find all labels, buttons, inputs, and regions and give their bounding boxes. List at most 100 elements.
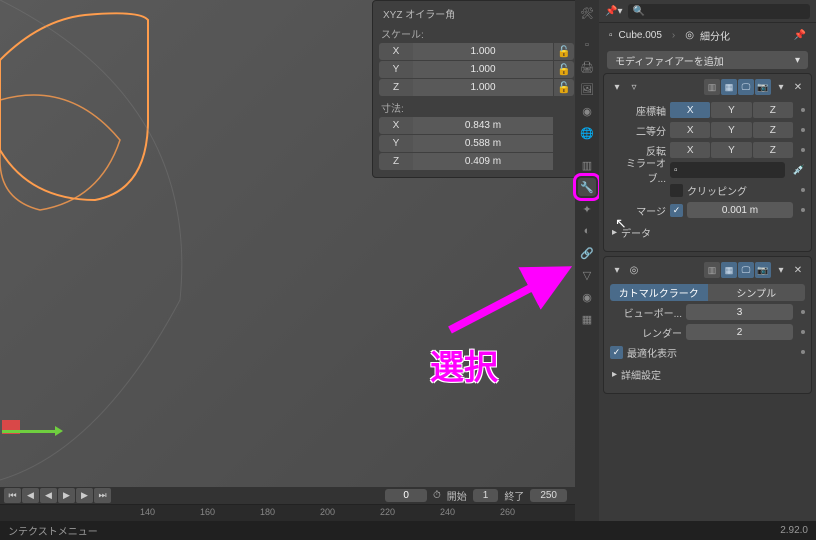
mirror-modifier-panel: ▾ ▿ ▥ ▦ 🖵 📷 ▾ ✕ 座標軸 XYZ 二等分 XYZ 反転 XYZ ミ… — [603, 73, 812, 252]
bisect-z[interactable]: Z — [753, 122, 793, 138]
dim-z-value[interactable]: 0.409 m — [413, 153, 553, 170]
modifier-tab-icon[interactable]: 🔧 — [578, 178, 596, 196]
scale-section-label: スケール: — [379, 23, 574, 42]
context-menu-hint: ンテクストメニュー — [8, 523, 98, 538]
autokey-icon[interactable]: ⏱ — [433, 490, 441, 501]
prev-key-icon[interactable]: ◀ — [22, 488, 39, 503]
subsurf-modifier-panel: ▾ ◎ ▥ ▦ 🖵 📷 ▾ ✕ カトマルクラーク シンプル ビューポー...3 … — [603, 256, 812, 394]
dim-x-label: X — [379, 117, 413, 134]
mirror-axis-x[interactable]: X — [670, 102, 710, 118]
simple-tab[interactable]: シンプル — [708, 284, 806, 301]
render-toggle-icon[interactable]: 📷 — [755, 79, 771, 95]
expand-icon[interactable]: ▾ — [610, 263, 624, 277]
data-tab-icon[interactable]: ▽ — [578, 266, 596, 284]
bisect-y[interactable]: Y — [711, 122, 751, 138]
object-name[interactable]: Cube.005 — [619, 30, 662, 41]
output-tab-icon[interactable]: 🖨 — [578, 58, 596, 76]
play-reverse-icon[interactable]: ◀ — [40, 488, 57, 503]
render-levels[interactable]: 2 — [686, 324, 793, 340]
properties-search[interactable]: 🔍 — [628, 4, 810, 19]
mode-toggle-icon[interactable]: ▥ — [704, 262, 720, 278]
close-icon[interactable]: ✕ — [791, 263, 805, 277]
dim-x-value[interactable]: 0.843 m — [413, 117, 553, 134]
mirror-axis-z[interactable]: Z — [753, 102, 793, 118]
tool-tab-icon[interactable]: 🛠 — [578, 4, 596, 22]
viewlayer-tab-icon[interactable]: 🖼 — [578, 80, 596, 98]
dim-y-value[interactable]: 0.588 m — [413, 135, 553, 152]
mirror-axis-y[interactable]: Y — [711, 102, 751, 118]
mode-toggle-icon[interactable]: ▥ — [704, 79, 720, 95]
catmull-clark-tab[interactable]: カトマルクラーク — [610, 284, 708, 301]
flip-z[interactable]: Z — [753, 142, 793, 158]
object-tab-icon[interactable]: ▥ — [578, 156, 596, 174]
extras-menu-icon[interactable]: ▾ — [774, 263, 788, 277]
ruler-tick: 160 — [200, 507, 215, 517]
dimensions-section-label: 寸法: — [379, 97, 574, 116]
play-icon[interactable]: ▶ — [58, 488, 75, 503]
world-tab-icon[interactable]: 🌐 — [578, 124, 596, 142]
modifier-icon: ◎ — [685, 30, 694, 41]
end-frame[interactable]: 250 — [530, 489, 567, 502]
expand-icon[interactable]: ▸ — [612, 227, 617, 238]
pin-icon[interactable]: 📌 — [794, 30, 806, 41]
start-label: 開始 — [447, 488, 467, 503]
physics-tab-icon[interactable]: ◐ — [578, 222, 596, 240]
dim-y-label: Y — [379, 135, 413, 152]
object-icon: ▫ — [609, 30, 613, 41]
lock-icon[interactable]: 🔓 — [554, 79, 574, 96]
pin-icon[interactable]: 📌▾ — [605, 6, 622, 17]
bisect-x[interactable]: X — [670, 122, 710, 138]
edit-mode-toggle-icon[interactable]: ▦ — [721, 79, 737, 95]
timeline-ruler[interactable]: 140160180200220240260 — [0, 505, 575, 522]
timeline[interactable]: ⏮ ◀ ◀ ▶ ▶ ⏭ 0 ⏱ 開始 1 終了 250 140160180200… — [0, 487, 575, 521]
constraint-tab-icon[interactable]: 🔗 — [578, 244, 596, 262]
start-frame[interactable]: 1 — [473, 489, 499, 502]
scale-z-value[interactable]: 1.000 — [413, 79, 553, 96]
next-key-icon[interactable]: ▶ — [76, 488, 93, 503]
ruler-tick: 140 — [140, 507, 155, 517]
expand-icon[interactable]: ▾ — [610, 80, 624, 94]
render-toggle-icon[interactable]: 📷 — [755, 262, 771, 278]
clipping-checkbox[interactable] — [670, 184, 683, 197]
expand-icon[interactable]: ▸ — [612, 369, 617, 380]
close-icon[interactable]: ✕ — [791, 80, 805, 94]
merge-checkbox[interactable]: ✓ — [670, 204, 683, 217]
scene-tab-icon[interactable]: ◉ — [578, 102, 596, 120]
render-tab-icon[interactable]: ▫ — [578, 36, 596, 54]
flip-y[interactable]: Y — [711, 142, 751, 158]
optimal-display-checkbox[interactable]: ✓ — [610, 346, 623, 359]
flip-x[interactable]: X — [670, 142, 710, 158]
extras-menu-icon[interactable]: ▾ — [774, 80, 788, 94]
particle-tab-icon[interactable]: ✦ — [578, 200, 596, 218]
eyedropper-icon[interactable]: 💉 — [793, 165, 805, 176]
jump-end-icon[interactable]: ⏭ — [94, 488, 111, 503]
scale-y-value[interactable]: 1.000 — [413, 61, 553, 78]
realtime-toggle-icon[interactable]: 🖵 — [738, 262, 754, 278]
ruler-tick: 200 — [320, 507, 335, 517]
transform-n-panel: XYZ オイラー角 スケール: X1.000🔓 Y1.000🔓 Z1.000🔓 … — [372, 0, 581, 178]
material-tab-icon[interactable]: ◉ — [578, 288, 596, 306]
properties-panel: 📌▾ 🔍 ▫ Cube.005 › ◎ 細分化 📌 モディファイアーを追加▾ ▾… — [599, 0, 816, 521]
gizmo-y-axis — [2, 430, 57, 433]
edit-mode-toggle-icon[interactable]: ▦ — [721, 262, 737, 278]
texture-tab-icon[interactable]: ▦ — [578, 310, 596, 328]
current-frame[interactable]: 0 — [385, 489, 427, 502]
lock-icon[interactable]: 🔓 — [554, 43, 574, 60]
dim-z-label: Z — [379, 153, 413, 170]
mirror-object-field[interactable]: ▫ — [670, 162, 785, 178]
chevron-down-icon: ▾ — [795, 55, 800, 66]
active-modifier-badge[interactable]: 細分化 — [700, 28, 730, 43]
status-bar: ンテクストメニュー 2.92.0 — [0, 521, 816, 540]
jump-start-icon[interactable]: ⏮ — [4, 488, 21, 503]
subsurf-icon: ◎ — [627, 263, 641, 277]
ruler-tick: 220 — [380, 507, 395, 517]
lock-icon[interactable]: 🔓 — [554, 61, 574, 78]
realtime-toggle-icon[interactable]: 🖵 — [738, 79, 754, 95]
scale-x-value[interactable]: 1.000 — [413, 43, 553, 60]
merge-distance[interactable]: 0.001 m — [687, 202, 793, 218]
rotation-mode-field[interactable]: XYZ オイラー角 — [379, 4, 574, 23]
add-modifier-dropdown[interactable]: モディファイアーを追加▾ — [607, 51, 808, 69]
ruler-tick: 240 — [440, 507, 455, 517]
viewport-levels[interactable]: 3 — [686, 304, 793, 320]
mirror-icon: ▿ — [627, 80, 641, 94]
